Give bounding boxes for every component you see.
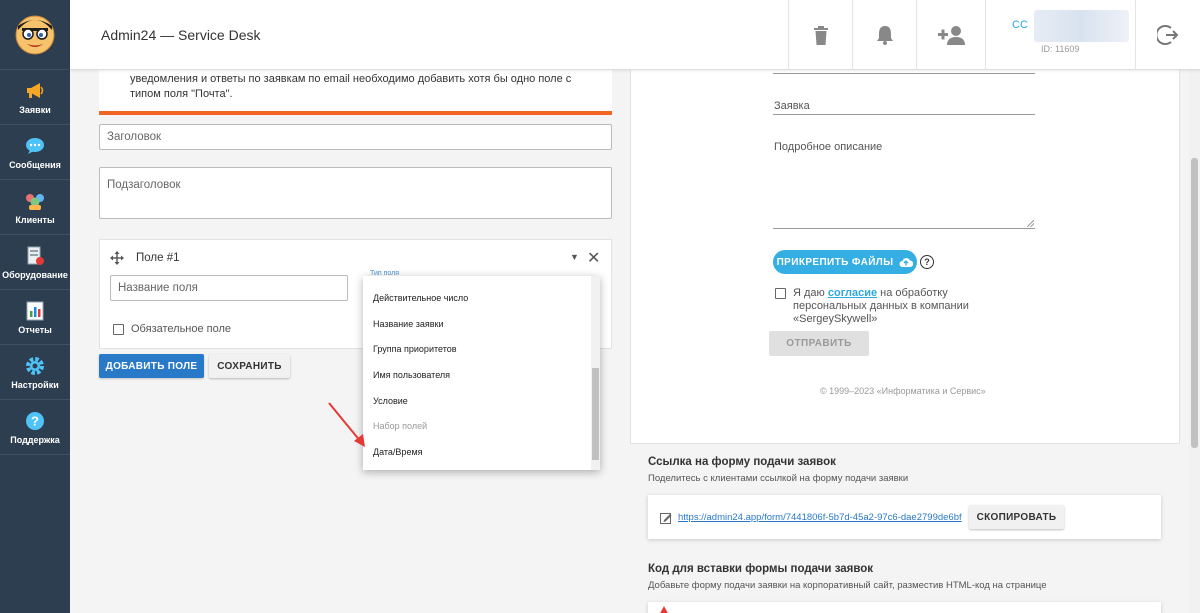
dropdown-scrollbar[interactable] bbox=[591, 276, 600, 470]
sidebar-item-support[interactable]: ? Поддержка bbox=[0, 400, 70, 455]
help-icon: ? bbox=[24, 410, 46, 432]
embed-section-title: Код для вставки формы подачи заявок bbox=[648, 563, 874, 575]
top-header: Admin24 — Service Desk CC ID: 11609 bbox=[70, 0, 1200, 70]
save-button[interactable]: СОХРАНИТЬ bbox=[209, 354, 290, 378]
page-scroll-thumb[interactable] bbox=[1191, 158, 1198, 448]
notifications-button[interactable] bbox=[852, 0, 916, 70]
copy-link-button[interactable]: СКОПИРОВАТЬ bbox=[969, 505, 1064, 529]
required-label: Обязательное поле bbox=[131, 323, 232, 335]
dropdown-option[interactable]: Условие bbox=[373, 396, 408, 406]
warning-text: уведомления и ответы по заявкам по email… bbox=[130, 73, 572, 100]
remove-field-icon[interactable]: ✕ bbox=[587, 248, 600, 268]
sidebar-item-label: Клиенты bbox=[15, 214, 55, 225]
cloud-upload-icon bbox=[899, 258, 914, 267]
equipment-icon bbox=[24, 245, 46, 267]
description-field-underline[interactable] bbox=[773, 228, 1035, 229]
required-checkbox-row[interactable]: Обязательное поле bbox=[113, 323, 231, 335]
add-user-icon bbox=[938, 26, 965, 45]
dropdown-option[interactable]: Действительное число bbox=[373, 293, 468, 303]
bell-icon bbox=[876, 26, 893, 45]
field-name-label: Поле #1 bbox=[136, 252, 180, 264]
dropdown-option[interactable]: Имя пользователя bbox=[373, 370, 450, 380]
sidebar-item-messages[interactable]: Сообщения bbox=[0, 125, 70, 180]
gear-icon bbox=[24, 355, 46, 377]
email-warning-notice: уведомления и ответы по заявкам по email… bbox=[99, 70, 612, 115]
user-initials: CC bbox=[1012, 19, 1028, 31]
sidebar-item-label: Поддержка bbox=[10, 434, 60, 445]
form-link-card: https://admin24.app/form/7441806f-5b7d-4… bbox=[648, 495, 1161, 539]
clients-icon bbox=[24, 190, 46, 212]
user-profile[interactable]: CC ID: 11609 bbox=[985, 0, 1135, 70]
subtitle-input[interactable]: Подзаголовок bbox=[99, 167, 612, 219]
copyright-text: © 1999–2023 «Информатика и Сервис» bbox=[820, 386, 986, 396]
trash-icon bbox=[813, 25, 828, 45]
sidebar: Заявки Сообщения Клиенты Оборудование От… bbox=[0, 0, 70, 613]
sidebar-item-equipment[interactable]: Оборудование bbox=[0, 235, 70, 290]
page-scrollbar[interactable] bbox=[1189, 70, 1200, 613]
top-field-underline bbox=[773, 73, 1035, 74]
help-circle-icon[interactable]: ? bbox=[920, 255, 934, 269]
link-section-title: Ссылка на форму подачи заявок bbox=[648, 456, 836, 468]
sidebar-item-requests[interactable]: Заявки bbox=[0, 70, 70, 125]
drag-handle-icon[interactable] bbox=[110, 251, 124, 270]
red-arrow-icon bbox=[328, 402, 365, 447]
sidebar-item-settings[interactable]: Настройки bbox=[0, 345, 70, 400]
chat-icon bbox=[24, 135, 46, 157]
dropdown-option-disabled: Набор полей bbox=[373, 421, 428, 431]
request-field-underline[interactable] bbox=[773, 114, 1035, 115]
edit-link-icon[interactable] bbox=[660, 511, 672, 529]
attach-files-label: ПРИКРЕПИТЬ ФАЙЛЫ bbox=[776, 256, 894, 268]
avatar-logo-icon bbox=[15, 15, 55, 54]
consent-row: Я даю согласие на обработку персональных… bbox=[775, 287, 1008, 326]
megaphone-icon bbox=[24, 80, 46, 102]
submit-button[interactable]: ОТПРАВИТЬ bbox=[769, 331, 869, 356]
report-icon bbox=[24, 300, 46, 322]
add-user-button[interactable] bbox=[916, 0, 985, 70]
warning-triangle-icon bbox=[660, 606, 668, 613]
attach-files-button[interactable]: ПРИКРЕПИТЬ ФАЙЛЫ bbox=[773, 250, 917, 274]
logout-button[interactable] bbox=[1135, 0, 1200, 70]
dropdown-option[interactable]: Название заявки bbox=[373, 319, 443, 329]
embed-code-card bbox=[648, 602, 1161, 613]
consent-checkbox[interactable] bbox=[775, 288, 786, 299]
collapse-caret-icon[interactable]: ▼ bbox=[570, 252, 579, 262]
app-logo[interactable] bbox=[0, 0, 70, 70]
link-section-subtitle: Поделитесь с клиентами ссылкой на форму … bbox=[648, 473, 909, 484]
required-checkbox[interactable] bbox=[113, 323, 124, 335]
dropdown-scroll-thumb[interactable] bbox=[592, 368, 599, 460]
sidebar-item-reports[interactable]: Отчеты bbox=[0, 290, 70, 345]
description-field-label: Подробное описание bbox=[774, 141, 883, 153]
page-title: Admin24 — Service Desk bbox=[101, 27, 261, 43]
dropdown-option-datetime[interactable]: Дата/Время bbox=[373, 447, 423, 457]
resize-handle-icon[interactable] bbox=[1027, 220, 1034, 227]
sidebar-item-label: Сообщения bbox=[9, 159, 61, 170]
logout-icon bbox=[1157, 25, 1179, 45]
dropdown-option[interactable]: Группа приоритетов bbox=[373, 344, 457, 354]
consent-link[interactable]: согласие bbox=[828, 287, 877, 299]
sidebar-item-label: Отчеты bbox=[18, 324, 52, 335]
consent-prefix: Я даю bbox=[793, 287, 825, 299]
user-id: ID: 11609 bbox=[1041, 44, 1080, 54]
sidebar-item-label: Настройки bbox=[11, 379, 59, 390]
svg-text:?: ? bbox=[31, 413, 39, 428]
sidebar-item-clients[interactable]: Клиенты bbox=[0, 180, 70, 235]
request-field-label: Заявка bbox=[774, 100, 810, 112]
delete-button[interactable] bbox=[788, 0, 852, 70]
title-input[interactable]: Заголовок bbox=[99, 124, 612, 150]
add-field-button[interactable]: ДОБАВИТЬ ПОЛЕ bbox=[99, 354, 204, 378]
sidebar-item-label: Заявки bbox=[19, 104, 51, 115]
user-name-redacted bbox=[1034, 10, 1129, 42]
embed-section-subtitle: Добавьте форму подачи заявки на корпорат… bbox=[648, 580, 1047, 591]
sidebar-item-label: Оборудование bbox=[2, 269, 68, 280]
field-type-dropdown[interactable]: Действительное число Название заявки Гру… bbox=[363, 276, 600, 470]
form-link-url[interactable]: https://admin24.app/form/7441806f-5b7d-4… bbox=[678, 512, 962, 523]
field-name-input[interactable]: Название поля bbox=[110, 275, 348, 301]
